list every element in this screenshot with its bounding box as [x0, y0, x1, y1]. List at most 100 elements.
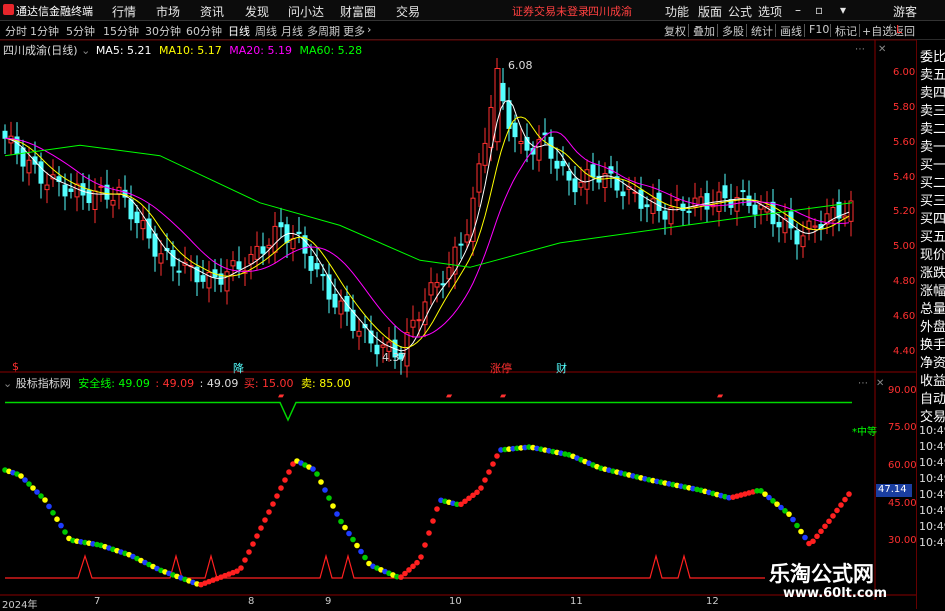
trade-time: 10:49 — [919, 440, 945, 453]
indicator-dot — [834, 507, 840, 514]
candle-body — [548, 136, 554, 159]
buy-value: 买: 15.00 — [243, 377, 294, 390]
watermark-url: www.60lt.com — [783, 586, 888, 601]
candle-body — [800, 235, 806, 248]
indicator-dot — [338, 518, 344, 525]
candle-body — [332, 293, 338, 308]
indicator-tick: 30.00 — [888, 535, 917, 546]
candle-body — [20, 147, 26, 167]
order-item[interactable]: 买一 — [920, 154, 945, 173]
candle-body — [794, 230, 800, 245]
order-item[interactable]: 涨跌 — [920, 262, 945, 281]
chevron-down-icon[interactable]: ⌄ — [81, 44, 90, 57]
candle-body — [98, 185, 104, 188]
date-tick: 8 — [248, 596, 255, 607]
trade-time: 10:49 — [919, 488, 945, 501]
indicator-menu-icon[interactable]: ⋯ — [858, 378, 868, 389]
event-marker-dividend[interactable]: $ — [12, 360, 19, 373]
trade-time: 10:49 — [919, 456, 945, 469]
chart-title: 四川成渝(日线) — [3, 44, 78, 57]
date-tick: 10 — [449, 596, 462, 607]
indicator-tick: 75.00 — [888, 422, 917, 433]
order-item[interactable]: 买三 — [920, 190, 945, 209]
order-item[interactable]: 卖一 — [920, 136, 945, 155]
event-marker-down[interactable]: 降 — [233, 360, 244, 376]
sell-value: 卖: 85.00 — [301, 377, 351, 390]
indicator-dot — [274, 493, 280, 499]
indicator-dot — [838, 502, 844, 508]
indicator-dot — [474, 489, 480, 496]
indicator-dot — [790, 516, 796, 523]
candle-body — [248, 253, 254, 265]
indicator-dot — [354, 542, 360, 549]
order-item[interactable]: 卖二 — [920, 118, 945, 137]
indicator-dot — [330, 503, 336, 509]
candle-body — [68, 188, 74, 192]
indicator-value-2: : 49.09 — [155, 377, 195, 390]
indicator-dot — [22, 477, 28, 483]
indicator-dot — [258, 525, 264, 531]
indicator-dot — [26, 481, 32, 487]
candle-body — [170, 250, 176, 267]
order-item[interactable]: 收益 — [920, 370, 945, 389]
event-marker-finance[interactable]: 财 — [556, 360, 567, 376]
indicator-dot — [326, 495, 332, 501]
watermark-title: 乐淘公式网 — [769, 562, 874, 586]
indicator-close-icon[interactable]: ✕ — [876, 378, 884, 389]
indicator-dot — [414, 559, 420, 566]
signal-tag-icon: ▰ — [500, 391, 507, 400]
indicator-dot — [34, 489, 40, 495]
candle-body — [500, 82, 506, 102]
candle-body — [698, 196, 704, 206]
indicator-dot — [30, 485, 36, 491]
indicator-dot — [334, 511, 340, 517]
indicator-dot — [486, 469, 492, 475]
chart-canvas[interactable]: ▰ ▰ ▰ ▰ ⋯ ✕ ⋯ ✕ — [0, 0, 945, 609]
settings-icon[interactable]: ⋯ — [855, 44, 865, 55]
order-item[interactable]: 买五 — [920, 226, 945, 245]
indicator-dot — [362, 554, 368, 561]
order-item[interactable]: 买二 — [920, 172, 945, 191]
candle-body — [644, 204, 650, 208]
candle-body — [662, 210, 668, 220]
candle-body — [236, 261, 242, 270]
candle-body — [290, 238, 296, 250]
candle-body — [140, 220, 146, 230]
indicator-dot — [346, 530, 352, 537]
indicator-value-3: : 49.09 — [199, 377, 239, 390]
order-item[interactable]: 卖五 — [920, 64, 945, 83]
price-tick: 5.00 — [893, 241, 916, 252]
candle-body — [296, 231, 302, 234]
auto-trade-label[interactable]: 交易 — [920, 406, 945, 425]
order-item[interactable]: 卖三 — [920, 100, 945, 119]
order-item[interactable]: 总量 — [920, 298, 945, 317]
indicator-dot — [246, 549, 252, 555]
order-item[interactable]: 净资 — [920, 352, 945, 371]
order-item[interactable]: 委比 — [920, 46, 945, 65]
event-marker-limit-up[interactable]: 涨停 — [490, 360, 512, 376]
order-item[interactable]: 买四 — [920, 208, 945, 227]
order-item[interactable]: 外盘 — [920, 316, 945, 335]
candle-body — [674, 199, 680, 202]
candle-body — [740, 190, 746, 193]
candle-body — [380, 344, 386, 348]
indicator-dot — [478, 485, 484, 491]
order-item[interactable]: 换手 — [920, 334, 945, 353]
indicator-dot — [822, 523, 828, 530]
indicator-dot — [318, 479, 324, 485]
chevron-down-icon[interactable]: ⌄ — [3, 377, 12, 390]
close-icon[interactable]: ✕ — [878, 44, 886, 55]
candle-body — [566, 171, 572, 181]
auto-trade-label[interactable]: 自动 — [920, 388, 945, 407]
price-tick: 5.80 — [893, 102, 916, 113]
order-item[interactable]: 卖四 — [920, 82, 945, 101]
candle-body — [470, 197, 476, 242]
candle-body — [518, 140, 524, 145]
date-tick: 12 — [706, 596, 719, 607]
candle-body — [230, 260, 236, 267]
order-item[interactable]: 现价 — [920, 244, 945, 263]
candle-body — [512, 122, 518, 138]
indicator-dot — [254, 533, 260, 539]
candle-body — [620, 191, 626, 197]
order-item[interactable]: 涨幅 — [920, 280, 945, 299]
